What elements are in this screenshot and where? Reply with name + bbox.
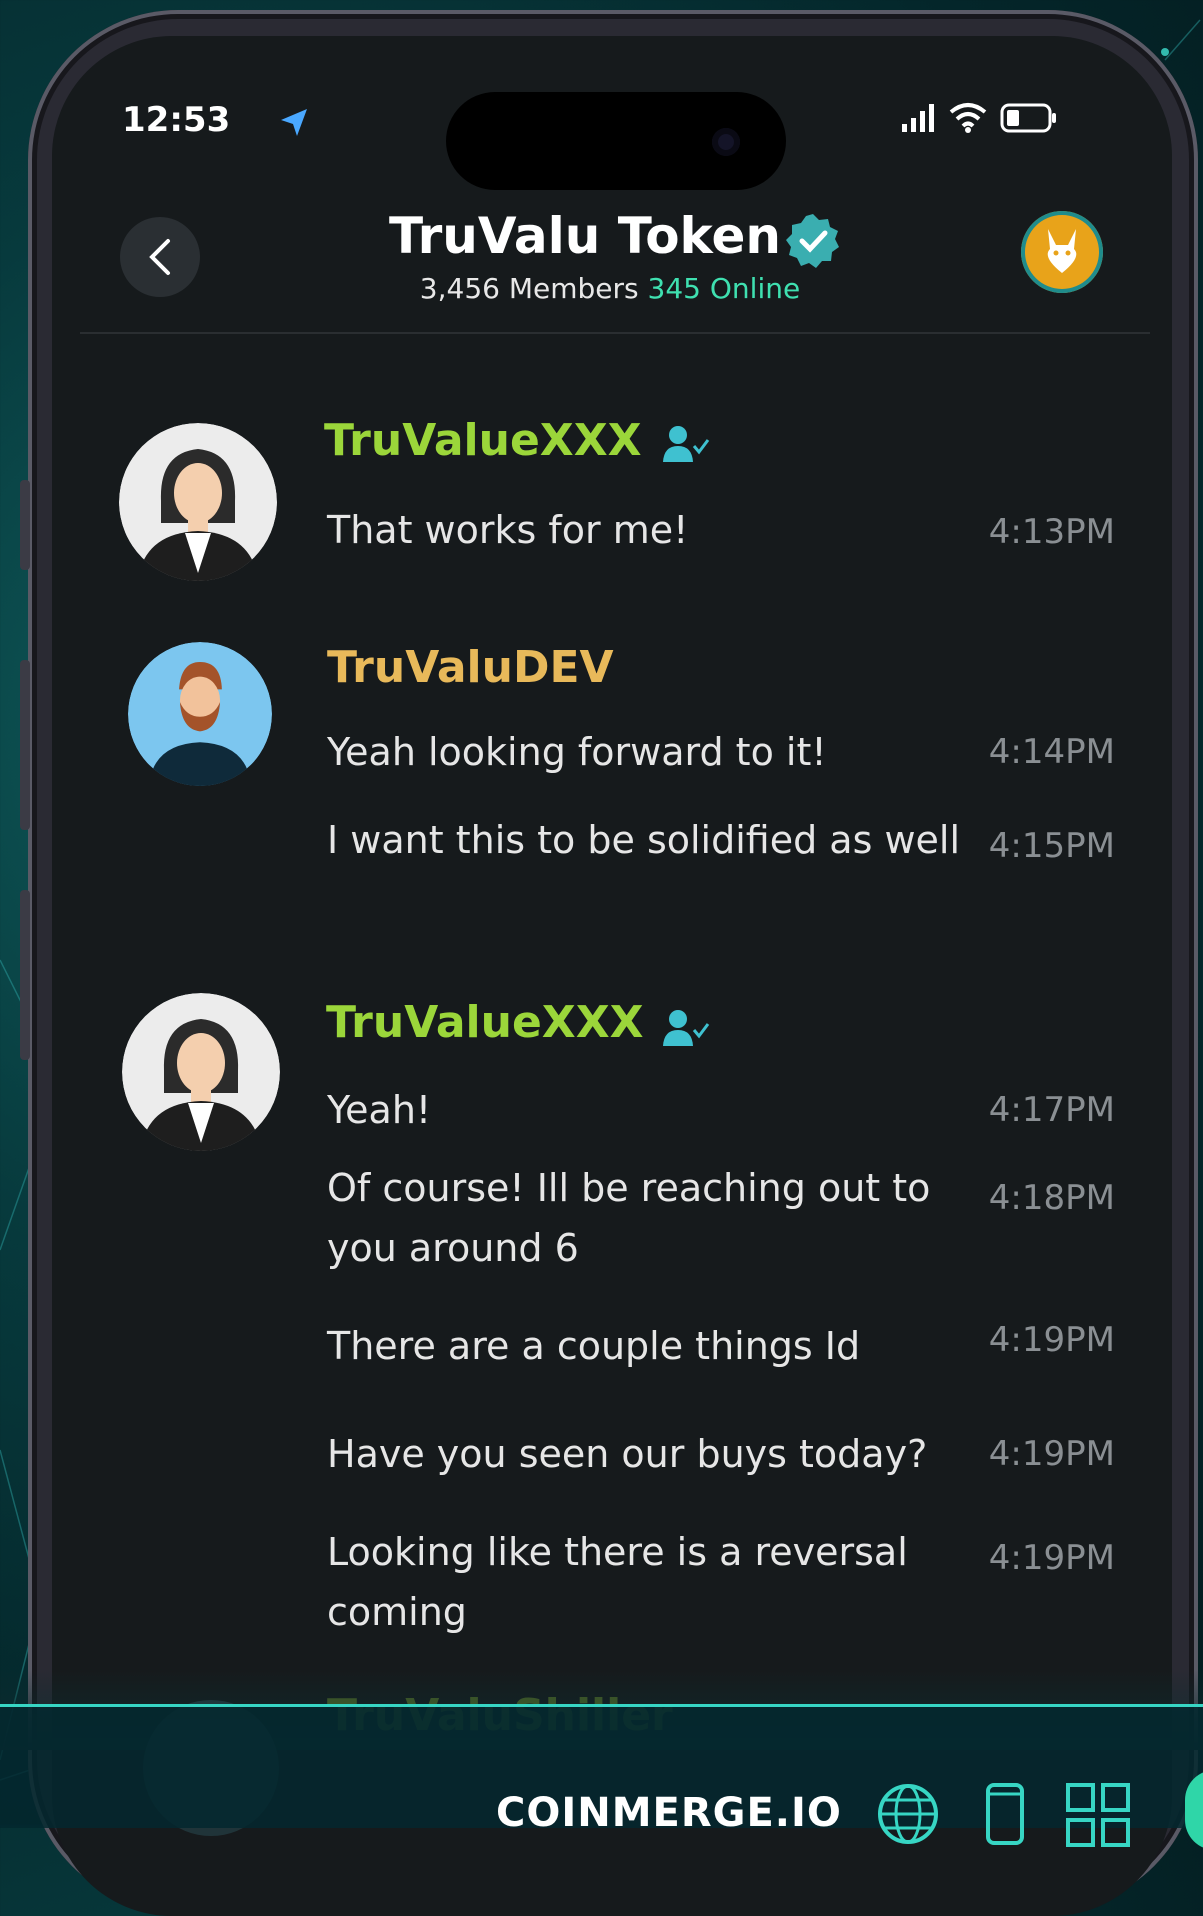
- user-check-icon: [663, 426, 710, 462]
- side-button-volume-up: [20, 660, 30, 830]
- username[interactable]: TruValueXXX: [326, 997, 644, 1048]
- message-time: 4:18PM: [988, 1178, 1115, 1218]
- avatar[interactable]: [128, 642, 272, 786]
- message-time: 4:19PM: [988, 1434, 1115, 1474]
- member-count: 3,456 Members 345 Online: [380, 272, 840, 305]
- message-text: There are a couple things Id: [327, 1324, 861, 1368]
- location-arrow-icon: [281, 109, 307, 136]
- message-time: 4:17PM: [988, 1090, 1115, 1130]
- grid-icon[interactable]: [1065, 1782, 1131, 1848]
- status-time: 12:53: [122, 100, 231, 140]
- members-text: 3,456 Members: [419, 272, 639, 305]
- username[interactable]: TruValuDEV: [327, 642, 614, 693]
- message-time: 4:19PM: [988, 1320, 1115, 1360]
- chat-title: TruValu Token: [389, 207, 781, 265]
- battery-icon: [1000, 103, 1056, 133]
- username[interactable]: TruValueXXX: [324, 415, 642, 466]
- message-text: That works for me!: [327, 508, 689, 552]
- user-check-icon: [663, 1010, 710, 1046]
- front-camera: [712, 128, 740, 156]
- wifi-icon: [949, 103, 987, 133]
- message-text: Yeah!: [327, 1088, 432, 1132]
- message-text: I want this to be solidified as well: [327, 818, 961, 862]
- message-text: Of course! Ill be reaching out to you ar…: [327, 1166, 931, 1270]
- message-text: Looking like there is a reversal coming: [327, 1530, 908, 1634]
- verified-badge-icon: [786, 214, 839, 268]
- group-avatar[interactable]: [1021, 211, 1103, 293]
- online-count: 345 Online: [647, 272, 801, 305]
- brand-name[interactable]: COINMERGE.IO: [496, 1790, 842, 1836]
- back-button[interactable]: [120, 217, 200, 297]
- chevron-left-icon: [149, 239, 170, 275]
- mobile-icon[interactable]: [985, 1782, 1025, 1846]
- side-button-mute: [20, 480, 30, 570]
- avatar[interactable]: [119, 423, 277, 581]
- message-text: Have you seen our buys today?: [327, 1432, 928, 1476]
- header-divider: [80, 332, 1150, 334]
- globe-icon[interactable]: [876, 1782, 940, 1846]
- side-button-volume-down: [20, 890, 30, 1060]
- message-time: 4:15PM: [988, 826, 1115, 866]
- message-time: 4:14PM: [988, 732, 1115, 772]
- avatar[interactable]: [122, 993, 280, 1151]
- message-text: Yeah looking forward to it!: [327, 730, 827, 774]
- message-time: 4:13PM: [988, 512, 1115, 552]
- signal-icon: [902, 104, 934, 132]
- group-avatar-icon: [1047, 229, 1077, 273]
- message-time: 4:19PM: [988, 1538, 1115, 1578]
